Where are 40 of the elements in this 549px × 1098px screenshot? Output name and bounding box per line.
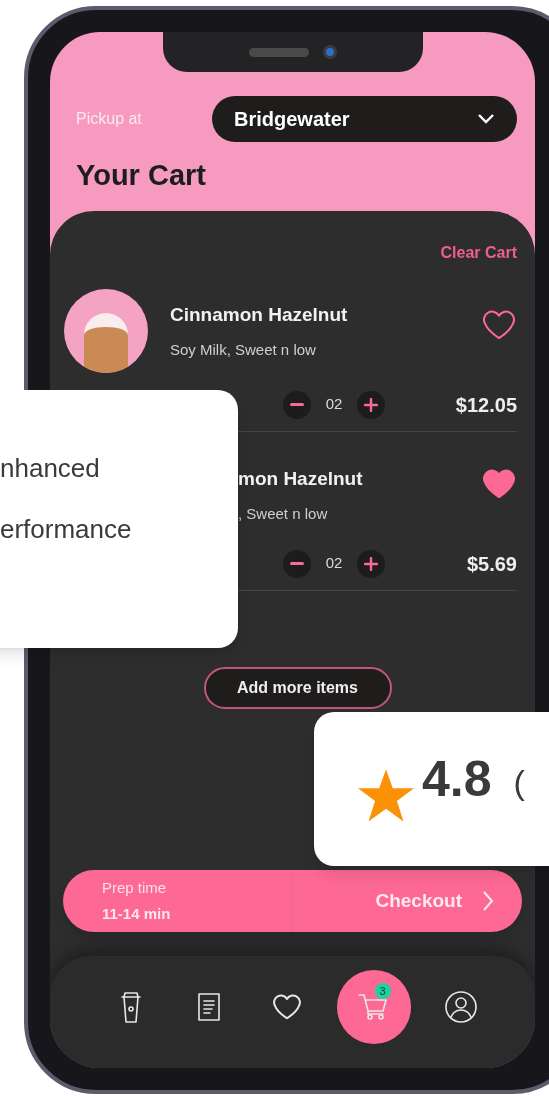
item-name: Cinnamon Hazelnut <box>170 302 348 327</box>
location-dropdown[interactable]: Bridgewater <box>212 96 517 142</box>
item-options: Soy Milk, Sweet n low <box>170 339 348 362</box>
item-name: mon Hazelnut <box>238 466 363 491</box>
feature-text: nhanced <box>0 452 101 485</box>
feature-text: erformance <box>0 513 133 546</box>
quantity: 02 <box>324 394 344 415</box>
chevron-down-icon <box>477 113 495 125</box>
quantity: 02 <box>324 553 344 574</box>
favorite-heart-icon[interactable] <box>481 467 517 500</box>
decrease-button[interactable] <box>283 549 311 578</box>
decrease-button[interactable] <box>283 390 311 419</box>
prep-time-value: 11-14 min <box>102 904 172 924</box>
cup-icon <box>118 990 143 1024</box>
heart-icon <box>271 993 302 1021</box>
rating-count: ( <box>513 761 525 803</box>
pickup-label: Pickup at <box>76 109 142 129</box>
add-more-items-button[interactable]: Add more items <box>203 666 392 709</box>
plus-icon <box>364 556 378 571</box>
document-icon <box>196 992 221 1022</box>
plus-icon <box>364 397 378 412</box>
increase-button[interactable] <box>357 390 385 419</box>
item-options: , Sweet n low <box>238 503 363 526</box>
page-title: Your Cart <box>75 158 207 193</box>
item-price: $5.69 <box>465 551 517 577</box>
speaker-grille <box>249 47 309 57</box>
favorite-heart-icon[interactable] <box>481 308 517 341</box>
star-icon <box>358 769 414 823</box>
increase-button[interactable] <box>357 549 385 578</box>
profile-icon <box>443 990 478 1024</box>
nav-tab[interactable]: 3 <box>336 970 411 1044</box>
prep-time-label: Prep time <box>102 877 168 898</box>
camera-lens <box>323 45 337 59</box>
chevron-right-icon <box>482 890 494 912</box>
clear-cart-link[interactable]: Clear Cart <box>440 240 517 265</box>
minus-icon <box>290 561 304 566</box>
item-price: $12.05 <box>454 392 517 418</box>
minus-icon <box>290 402 304 407</box>
rating-value: 4.8 <box>422 749 492 809</box>
cart-count-badge: 3 <box>374 983 391 999</box>
